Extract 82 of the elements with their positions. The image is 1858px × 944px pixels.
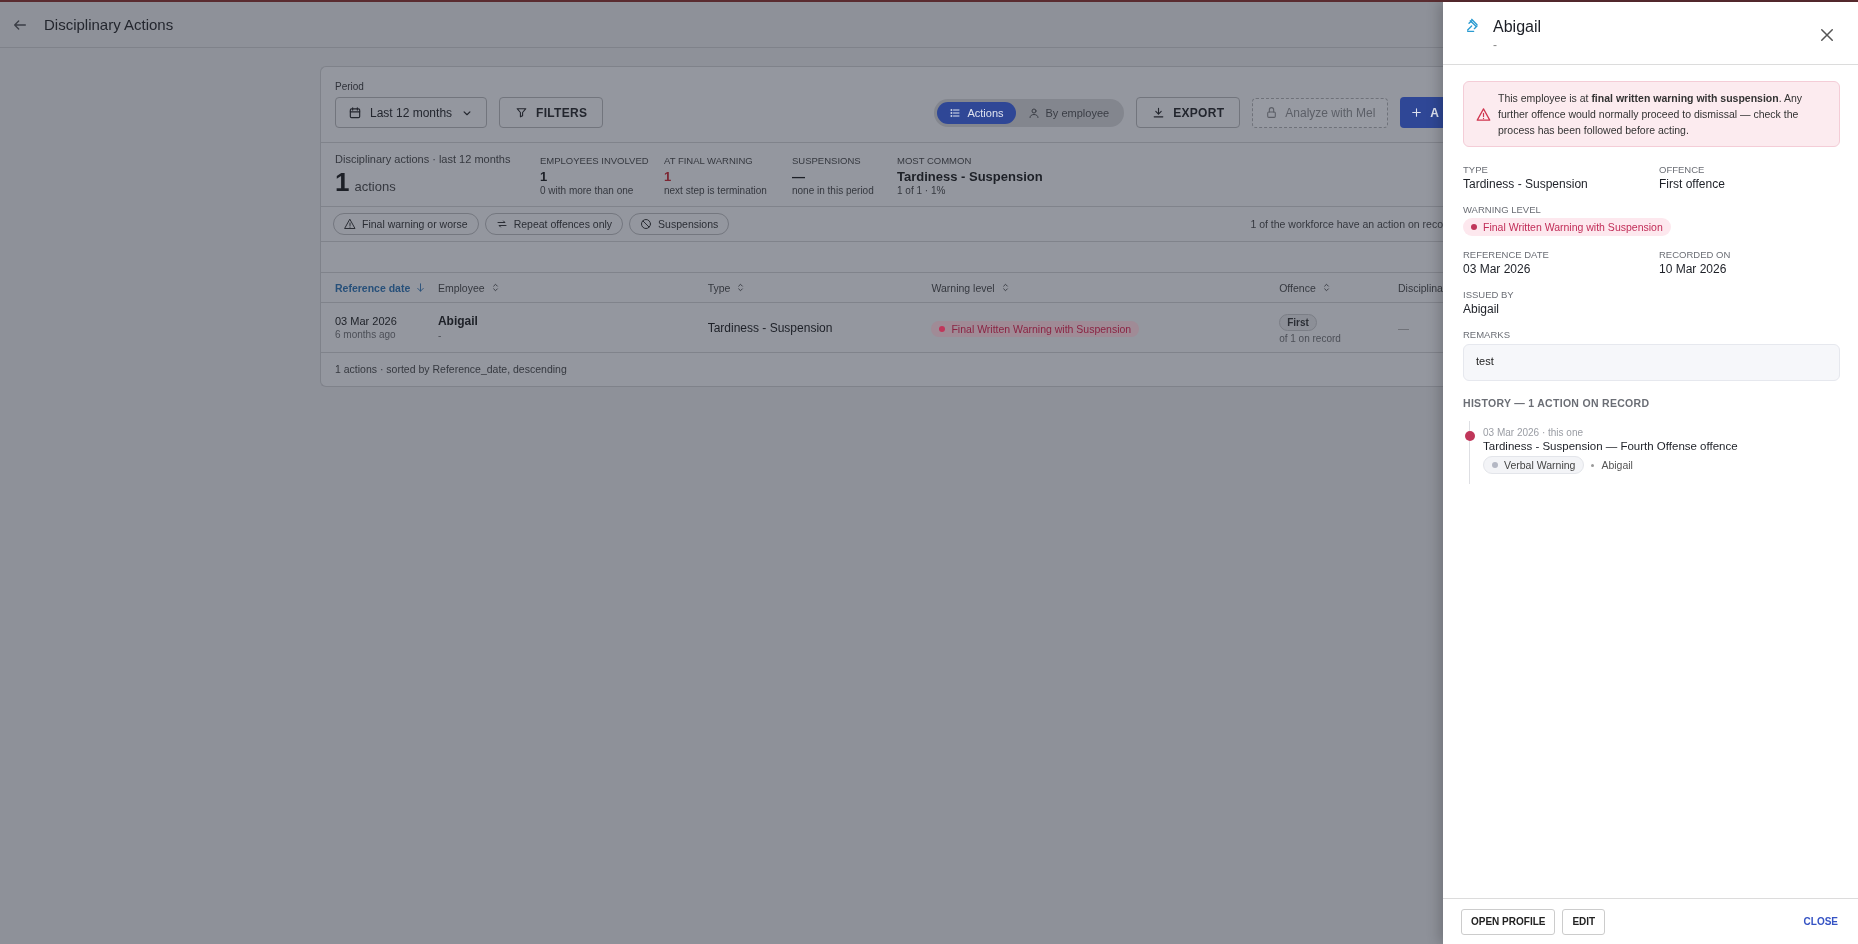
filter-chip[interactable]: Repeat offences only	[484, 213, 624, 235]
page-title: Disciplinary Actions	[44, 16, 174, 33]
filter-chip[interactable]: Final warning or worse	[333, 213, 479, 235]
field-label: ISSUED BY	[1463, 289, 1515, 300]
field-label: REFERENCE DATE	[1463, 249, 1550, 260]
column-header[interactable]: Reference date	[321, 281, 438, 294]
field-value: 03 Mar 2026	[1463, 262, 1532, 276]
column-header[interactable]: Type	[707, 281, 932, 294]
calendar-icon	[348, 105, 362, 120]
field-value: Abigail	[1463, 302, 1501, 316]
column-header[interactable]: Employee	[437, 281, 708, 294]
footer-button[interactable]: EDIT	[1562, 908, 1606, 935]
section-heading: HISTORY — 1 ACTION ON RECORD	[1463, 397, 1651, 409]
field-label: OFFENCE	[1659, 164, 1706, 175]
blocked-icon	[640, 218, 653, 230]
column-header[interactable]: Offence	[1279, 281, 1399, 294]
view-tab[interactable]: Actions	[937, 101, 1016, 124]
warning-level-pill: Final Written Warning with Suspension	[1463, 218, 1671, 236]
stat-label: AT FINAL WARNING	[664, 155, 754, 166]
stat-note: 1 of 1 · 1%	[897, 185, 947, 196]
remarks-box: test	[1463, 344, 1840, 381]
plus-icon	[1410, 106, 1424, 119]
stat-value: —	[792, 169, 806, 184]
sort-down-icon	[415, 282, 427, 293]
action-count: 1	[335, 167, 350, 198]
separator-dot	[1591, 463, 1595, 467]
relative-date: 6 months ago	[335, 329, 397, 340]
column-header[interactable]: Disciplina	[1398, 281, 1443, 294]
field-value: Tardiness - Suspension	[1463, 177, 1589, 191]
warning-icon	[1476, 106, 1491, 122]
offence-note: of 1 on record	[1279, 332, 1342, 344]
stat-value: 1	[664, 169, 673, 184]
warning-level-pill: Final Written Warning with Suspension	[931, 321, 1140, 337]
employee-subtitle: -	[437, 330, 443, 341]
type-cell-text: Tardiness - Suspension	[707, 320, 834, 335]
warning-icon	[344, 218, 356, 230]
list-icon	[949, 106, 962, 119]
alert-text: This employee is at final written warning with suspension. Any further offence would normally proceed to dismissal — check the process has been followed before acting.	[1498, 91, 1803, 138]
offence-badge: First	[1279, 313, 1317, 331]
field-label: Period	[335, 81, 365, 92]
drawer-subtitle: -	[1493, 38, 1498, 52]
stat-value: 1	[540, 169, 549, 184]
stat-label: SUSPENSIONS	[792, 155, 862, 166]
filter-icon	[515, 106, 529, 119]
table-footer: 1 actions · sorted by Reference_date, descending	[321, 353, 1443, 386]
issuer-name: Abigail	[1601, 459, 1633, 471]
view-tab[interactable]: By employee	[1015, 101, 1122, 124]
warning-level-pill: Verbal Warning	[1483, 456, 1585, 474]
stat-label: MOST COMMON	[897, 155, 973, 166]
date-cell-text: 03 Mar 2026	[335, 315, 398, 327]
field-label: REMARKS	[1463, 329, 1511, 340]
filters-button[interactable]: FILTERS	[499, 97, 604, 128]
repeat-icon	[495, 218, 508, 230]
history-date: 03 Mar 2026 · this one	[1483, 427, 1585, 438]
period-select[interactable]: Last 12 months	[335, 97, 488, 128]
stat-note: none in this period	[792, 185, 875, 196]
stat-value: Tardiness - Suspension	[897, 169, 1043, 184]
field-label: TYPE	[1463, 164, 1489, 175]
column-header[interactable]: Warning level	[931, 281, 1280, 294]
person-icon	[1027, 106, 1040, 119]
stat-note: next step is termination	[664, 185, 768, 196]
field-value: First offence	[1659, 177, 1726, 191]
history-title: Tardiness - Suspension — Fourth Offense offence	[1483, 440, 1739, 452]
lock-icon	[1265, 106, 1279, 119]
drawer-title: Abigail	[1493, 18, 1543, 36]
field-label: RECORDED ON	[1659, 249, 1732, 260]
close-icon	[1818, 26, 1836, 44]
field-value: 10 Mar 2026	[1659, 262, 1728, 276]
workforce-note: 1 of the workforce have an action on reco	[1250, 218, 1443, 230]
summary-caption: Disciplinary actions · last 12 months	[335, 153, 512, 165]
stat-note: 0 with more than one	[540, 185, 635, 196]
table-cell-text: —	[1398, 321, 1411, 334]
count-unit: actions	[354, 179, 396, 194]
filter-chip[interactable]: Suspensions	[629, 213, 730, 235]
field-label: WARNING LEVEL	[1463, 204, 1542, 215]
download-icon	[1152, 106, 1166, 119]
footer-button[interactable]: OPEN PROFILE	[1461, 908, 1556, 935]
add-button[interactable]: A	[1400, 97, 1443, 128]
export-button[interactable]: EXPORT	[1136, 97, 1241, 128]
employee-name: Abigail	[437, 314, 479, 328]
close-link[interactable]: CLOSE	[1797, 915, 1844, 928]
stat-label: EMPLOYEES INVOLVED	[540, 155, 650, 166]
